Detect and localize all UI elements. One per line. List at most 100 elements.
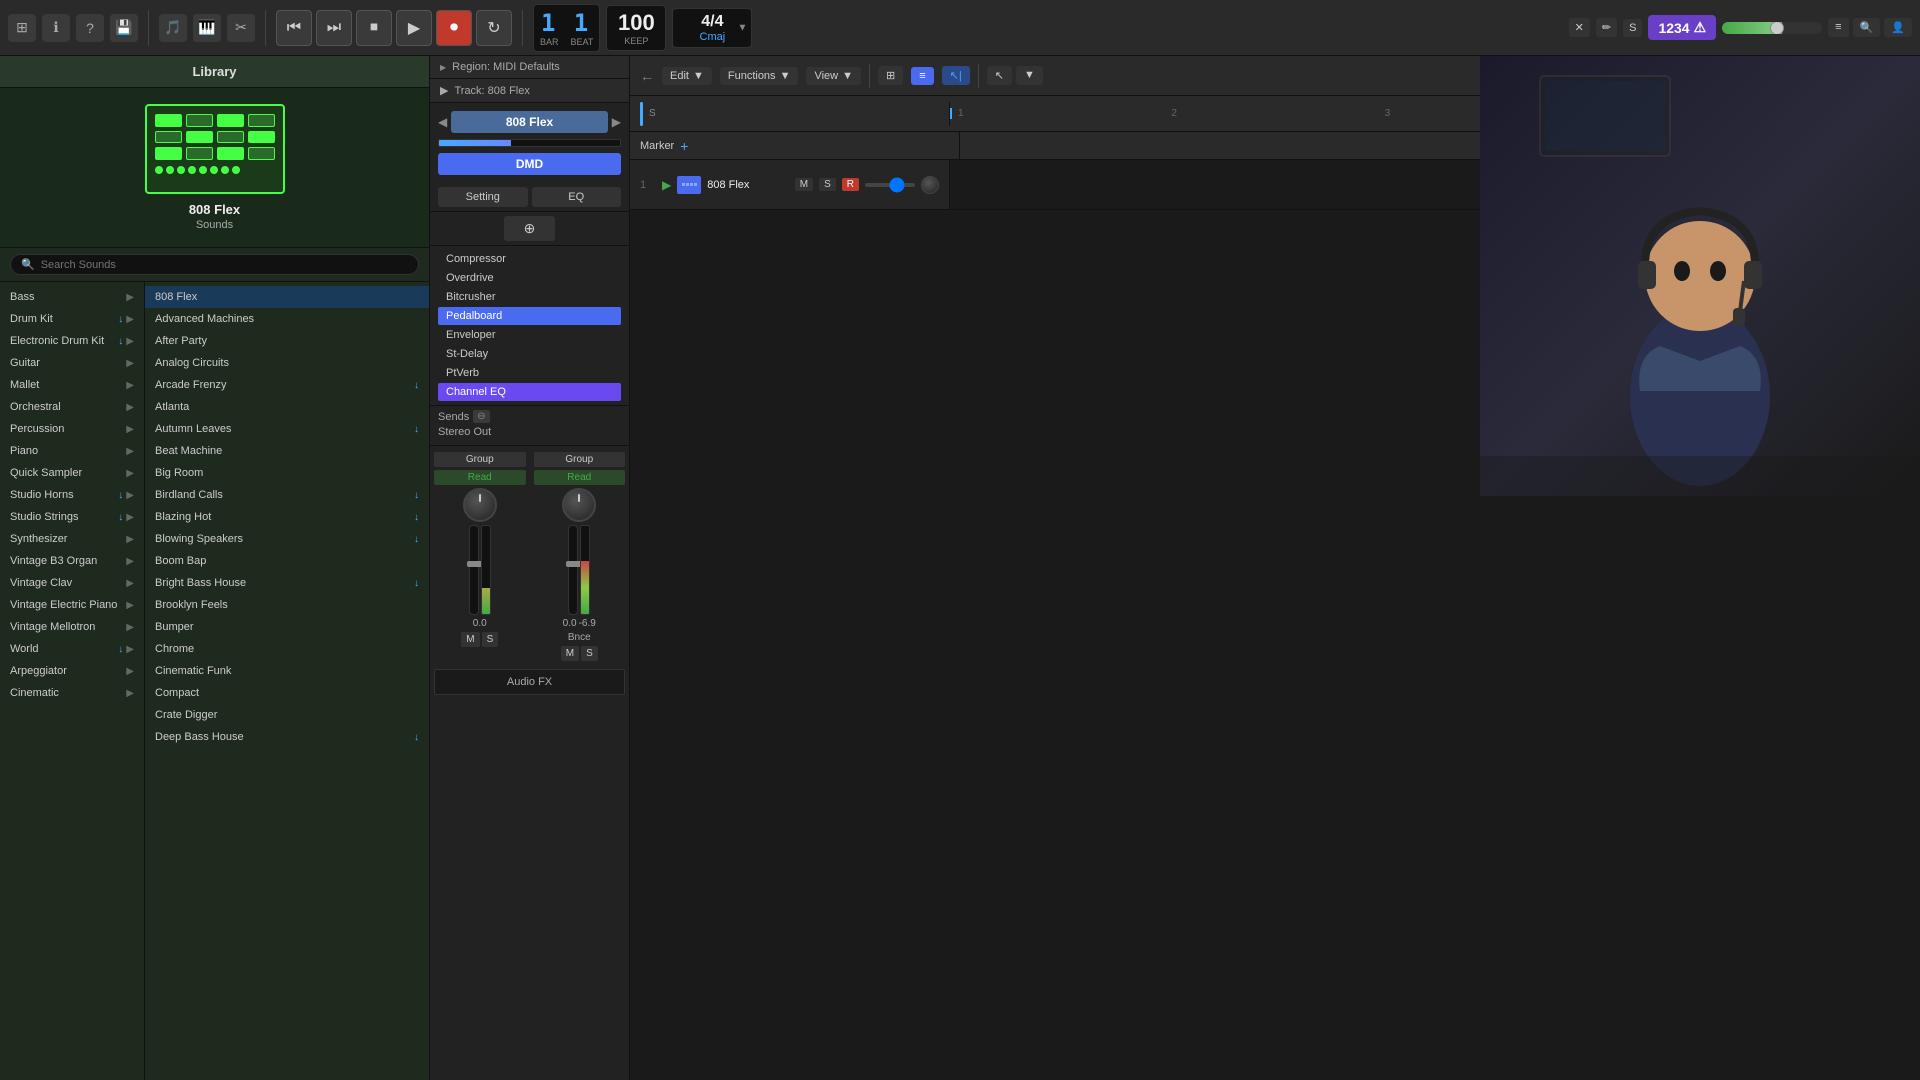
edit-button[interactable]: Edit ▼ [662, 67, 712, 85]
fx-compressor[interactable]: Compressor [438, 250, 621, 268]
grid-icon[interactable]: ⊞ [8, 14, 36, 42]
solo-button-1[interactable]: S [482, 632, 499, 647]
pad-4[interactable] [248, 114, 275, 127]
metronome-icon[interactable]: 🎵 [159, 14, 187, 42]
fast-forward-button[interactable]: ⏭ [316, 10, 352, 46]
piano-icon[interactable]: 🎹 [193, 14, 221, 42]
sound-big-room[interactable]: Big Room [145, 462, 429, 484]
solo-button-2[interactable]: S [581, 646, 598, 661]
pan-knob-1[interactable] [463, 488, 497, 522]
mute-button-1[interactable]: M [461, 632, 479, 647]
fx-st-delay[interactable]: St-Delay [438, 345, 621, 363]
pad-11[interactable] [217, 147, 244, 160]
pad-7[interactable] [217, 131, 244, 144]
volume-knob[interactable] [1770, 22, 1784, 34]
sound-boom-bap[interactable]: Boom Bap [145, 550, 429, 572]
fx-channel-eq[interactable]: Channel EQ [438, 383, 621, 401]
sound-birdland-calls[interactable]: Birdland Calls ↓ [145, 484, 429, 506]
pad-6[interactable] [186, 131, 213, 144]
sound-blazing-hot[interactable]: Blazing Hot ↓ [145, 506, 429, 528]
fx-pedalboard[interactable]: Pedalboard [438, 307, 621, 325]
dot-8[interactable] [232, 166, 240, 174]
bpm-display[interactable]: 100 KEEP [606, 5, 666, 51]
info-icon[interactable]: ℹ [42, 14, 70, 42]
link-button[interactable]: ⊕ [504, 216, 556, 241]
list-view-button[interactable]: ≡ [911, 67, 933, 85]
dot-5[interactable] [199, 166, 207, 174]
category-world[interactable]: World ↓▶ [0, 638, 144, 660]
eq-button[interactable]: EQ [532, 187, 622, 207]
pencil-icon[interactable]: ✏ [1596, 18, 1617, 37]
volume-bar[interactable] [1722, 22, 1822, 34]
category-quick-sampler[interactable]: Quick Sampler ▶ [0, 462, 144, 484]
audio-fx-box[interactable]: Audio FX [434, 669, 625, 695]
sound-deep-bass-house[interactable]: Deep Bass House ↓ [145, 726, 429, 748]
dot-4[interactable] [188, 166, 196, 174]
track-1-volume-slider[interactable] [865, 183, 915, 187]
search-box[interactable]: 🔍 [10, 254, 419, 275]
scissors-icon[interactable]: ✂ [227, 14, 255, 42]
category-vintage-mellotron[interactable]: Vintage Mellotron ▶ [0, 616, 144, 638]
sound-808-flex[interactable]: 808 Flex [145, 286, 429, 308]
dot-1[interactable] [155, 166, 163, 174]
cursor-tool-button[interactable]: ↖| [942, 66, 970, 85]
track-1-solo-button[interactable]: S [819, 178, 836, 191]
pad-3[interactable] [217, 114, 244, 127]
sound-crate-digger[interactable]: Crate Digger [145, 704, 429, 726]
group-button-1[interactable]: Group [434, 452, 526, 467]
setting-button[interactable]: Setting [438, 187, 528, 207]
add-marker-button[interactable]: + [680, 138, 688, 154]
pad-8[interactable] [248, 131, 275, 144]
fx-bitcrusher[interactable]: Bitcrusher [438, 288, 621, 306]
pencil-tool-button[interactable]: ▼ [1016, 66, 1043, 85]
sends-toggle[interactable]: ⊖ [473, 410, 489, 423]
category-vintage-ep[interactable]: Vintage Electric Piano ▶ [0, 594, 144, 616]
category-guitar[interactable]: Guitar ▶ [0, 352, 144, 374]
sound-blowing-speakers[interactable]: Blowing Speakers ↓ [145, 528, 429, 550]
functions-button[interactable]: Functions ▼ [720, 67, 799, 85]
sound-bumper[interactable]: Bumper [145, 616, 429, 638]
category-orchestral[interactable]: Orchestral ▶ [0, 396, 144, 418]
rewind-button[interactable]: ⏮ [276, 10, 312, 46]
category-studio-horns[interactable]: Studio Horns ↓▶ [0, 484, 144, 506]
sound-arcade-frenzy[interactable]: Arcade Frenzy ↓ [145, 374, 429, 396]
search-icon[interactable]: 🔍 [1853, 18, 1881, 37]
dot-3[interactable] [177, 166, 185, 174]
group-button-2[interactable]: Group [534, 452, 626, 467]
save-icon[interactable]: 💾 [110, 14, 138, 42]
sound-advanced-machines[interactable]: Advanced Machines [145, 308, 429, 330]
category-mallet[interactable]: Mallet ▶ [0, 374, 144, 396]
fx-enveloper[interactable]: Enveloper [438, 326, 621, 344]
dot-2[interactable] [166, 166, 174, 174]
category-vintage-clav[interactable]: Vintage Clav ▶ [0, 572, 144, 594]
read-button-2[interactable]: Read [534, 470, 626, 485]
stereo-out-label[interactable]: Stereo Out [438, 423, 621, 441]
category-studio-strings[interactable]: Studio Strings ↓▶ [0, 506, 144, 528]
dot-7[interactable] [221, 166, 229, 174]
loop-button[interactable]: ↻ [476, 10, 512, 46]
pan-knob-2[interactable] [562, 488, 596, 522]
track-1-record-button[interactable]: R [842, 178, 859, 191]
stop-button[interactable]: ⏹ [356, 10, 392, 46]
sound-atlanta[interactable]: Atlanta [145, 396, 429, 418]
channel-name-button[interactable]: 808 Flex [451, 111, 608, 133]
track-1-mute-button[interactable]: M [795, 178, 813, 191]
category-arpeggiator[interactable]: Arpeggiator ▶ [0, 660, 144, 682]
search-input[interactable] [41, 259, 408, 271]
record-button[interactable]: ⏺ [436, 10, 472, 46]
sound-analog-circuits[interactable]: Analog Circuits [145, 352, 429, 374]
channel-right-arrow[interactable]: ▶ [612, 115, 621, 129]
view-button[interactable]: View ▼ [806, 67, 861, 85]
pad-12[interactable] [248, 147, 275, 160]
pad-1[interactable] [155, 114, 182, 127]
pad-5[interactable] [155, 131, 182, 144]
time-signature-display[interactable]: 4/4 Cmaj ▼ [672, 8, 752, 48]
sound-compact[interactable]: Compact [145, 682, 429, 704]
category-percussion[interactable]: Percussion ▶ [0, 418, 144, 440]
track-1-pan-knob[interactable] [921, 176, 939, 194]
grid-view-button[interactable]: ⊞ [878, 66, 903, 85]
cursor-button[interactable]: ↖ [987, 66, 1012, 85]
category-drum-kit[interactable]: Drum Kit ↓▶ [0, 308, 144, 330]
help-icon[interactable]: ? [76, 14, 104, 42]
category-bass[interactable]: Bass ▶ [0, 286, 144, 308]
